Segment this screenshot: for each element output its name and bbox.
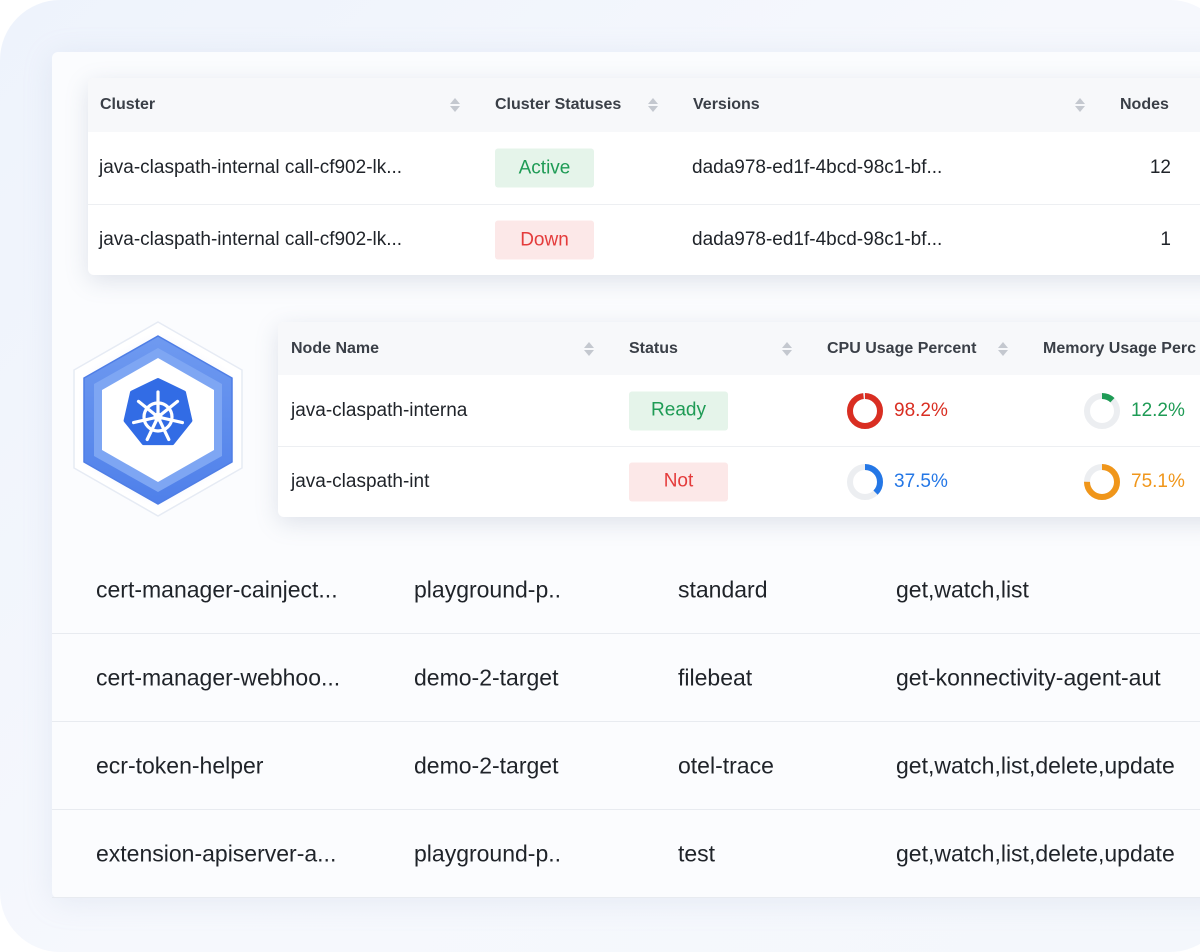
row-name: cert-manager-webhoo... — [96, 664, 341, 690]
table-row[interactable]: java-claspath-internal call-cf902-lk... … — [88, 132, 1200, 205]
table-row[interactable]: cert-manager-cainject... playground-p.. … — [52, 546, 1200, 634]
cpu-usage: 37.5% — [846, 463, 948, 501]
sort-icon[interactable] — [450, 97, 460, 113]
table-row[interactable]: java-claspath-int Not 37.5% 75.1% — [278, 446, 1200, 517]
kubernetes-hexagon-icon — [73, 321, 243, 517]
sort-icon[interactable] — [648, 97, 658, 113]
node-table: Node Name Status CPU Usage Percent Memor… — [278, 322, 1200, 517]
table-row[interactable]: ecr-token-helper demo-2-target otel-trac… — [52, 722, 1200, 810]
row-verbs: get-konnectivity-agent-aut — [896, 664, 1161, 690]
header-memory-usage[interactable]: Memory Usage Perc — [1043, 322, 1196, 375]
row-namespace: playground-p.. — [414, 840, 562, 866]
table-row[interactable]: extension-apiserver-a... playground-p.. … — [52, 810, 1200, 898]
row-name: extension-apiserver-a... — [96, 840, 337, 866]
row-verbs: get,watch,list,delete,update — [896, 752, 1175, 778]
cluster-version: dada978-ed1f-4bcd-98c1-bf... — [692, 157, 943, 178]
memory-usage-ring-icon — [1084, 392, 1120, 429]
table-row[interactable]: java-claspath-interna Ready 98.2% 12.2% — [278, 375, 1200, 447]
row-name: cert-manager-cainject... — [96, 576, 338, 602]
cluster-name: java-claspath-internal call-cf902-lk... — [99, 157, 403, 178]
status-badge: Ready — [629, 391, 728, 430]
header-cluster-statuses[interactable]: Cluster Statuses — [495, 78, 621, 132]
header-nodes[interactable]: Nodes — [1120, 78, 1169, 132]
node-count: 1 — [1160, 229, 1171, 250]
memory-usage-ring-icon — [1084, 463, 1120, 500]
kubernetes-logo — [70, 318, 246, 522]
row-verbs: get,watch,list,delete,update — [896, 840, 1175, 866]
sort-icon[interactable] — [998, 341, 1008, 357]
cpu-usage: 98.2% — [846, 392, 948, 430]
header-cpu-usage[interactable]: CPU Usage Percent — [827, 322, 976, 375]
node-count: 12 — [1149, 157, 1171, 178]
cluster-version: dada978-ed1f-4bcd-98c1-bf... — [692, 229, 943, 250]
header-node-name[interactable]: Node Name — [291, 322, 379, 375]
table-row[interactable]: java-claspath-internal call-cf902-lk... … — [88, 204, 1200, 275]
row-namespace: demo-2-target — [414, 664, 559, 690]
sort-icon[interactable] — [584, 341, 594, 357]
row-role: test — [678, 840, 716, 866]
memory-usage-value: 12.2% — [1131, 399, 1185, 421]
row-role: standard — [678, 576, 768, 602]
memory-usage: 12.2% — [1083, 392, 1185, 430]
cluster-table-header: Cluster Cluster Statuses Versions Nodes — [88, 78, 1200, 132]
header-status[interactable]: Status — [629, 322, 678, 375]
table-row[interactable]: cert-manager-webhoo... demo-2-target fil… — [52, 634, 1200, 722]
cluster-name: java-claspath-internal call-cf902-lk... — [99, 229, 403, 250]
status-badge: Not — [629, 462, 728, 501]
status-badge: Active — [495, 148, 594, 188]
row-namespace: playground-p.. — [414, 576, 562, 602]
sort-icon[interactable] — [1075, 97, 1085, 113]
row-namespace: demo-2-target — [414, 752, 559, 778]
node-name: java-claspath-int — [291, 470, 430, 492]
header-versions[interactable]: Versions — [693, 78, 760, 132]
row-role: otel-trace — [678, 752, 774, 778]
cluster-table: Cluster Cluster Statuses Versions Nodes … — [88, 78, 1200, 275]
memory-usage: 75.1% — [1083, 463, 1185, 501]
node-name: java-claspath-interna — [291, 399, 468, 421]
node-table-header: Node Name Status CPU Usage Percent Memor… — [278, 322, 1200, 375]
row-role: filebeat — [678, 664, 753, 690]
cpu-usage-ring-icon — [847, 392, 883, 429]
cpu-usage-ring-icon — [847, 463, 883, 500]
status-badge: Down — [495, 220, 594, 260]
header-cluster[interactable]: Cluster — [100, 78, 155, 132]
row-name: ecr-token-helper — [96, 752, 264, 778]
row-verbs: get,watch,list — [896, 576, 1029, 602]
sort-icon[interactable] — [782, 341, 792, 357]
cpu-usage-value: 37.5% — [894, 470, 948, 492]
memory-usage-value: 75.1% — [1131, 470, 1185, 492]
cpu-usage-value: 98.2% — [894, 399, 948, 421]
